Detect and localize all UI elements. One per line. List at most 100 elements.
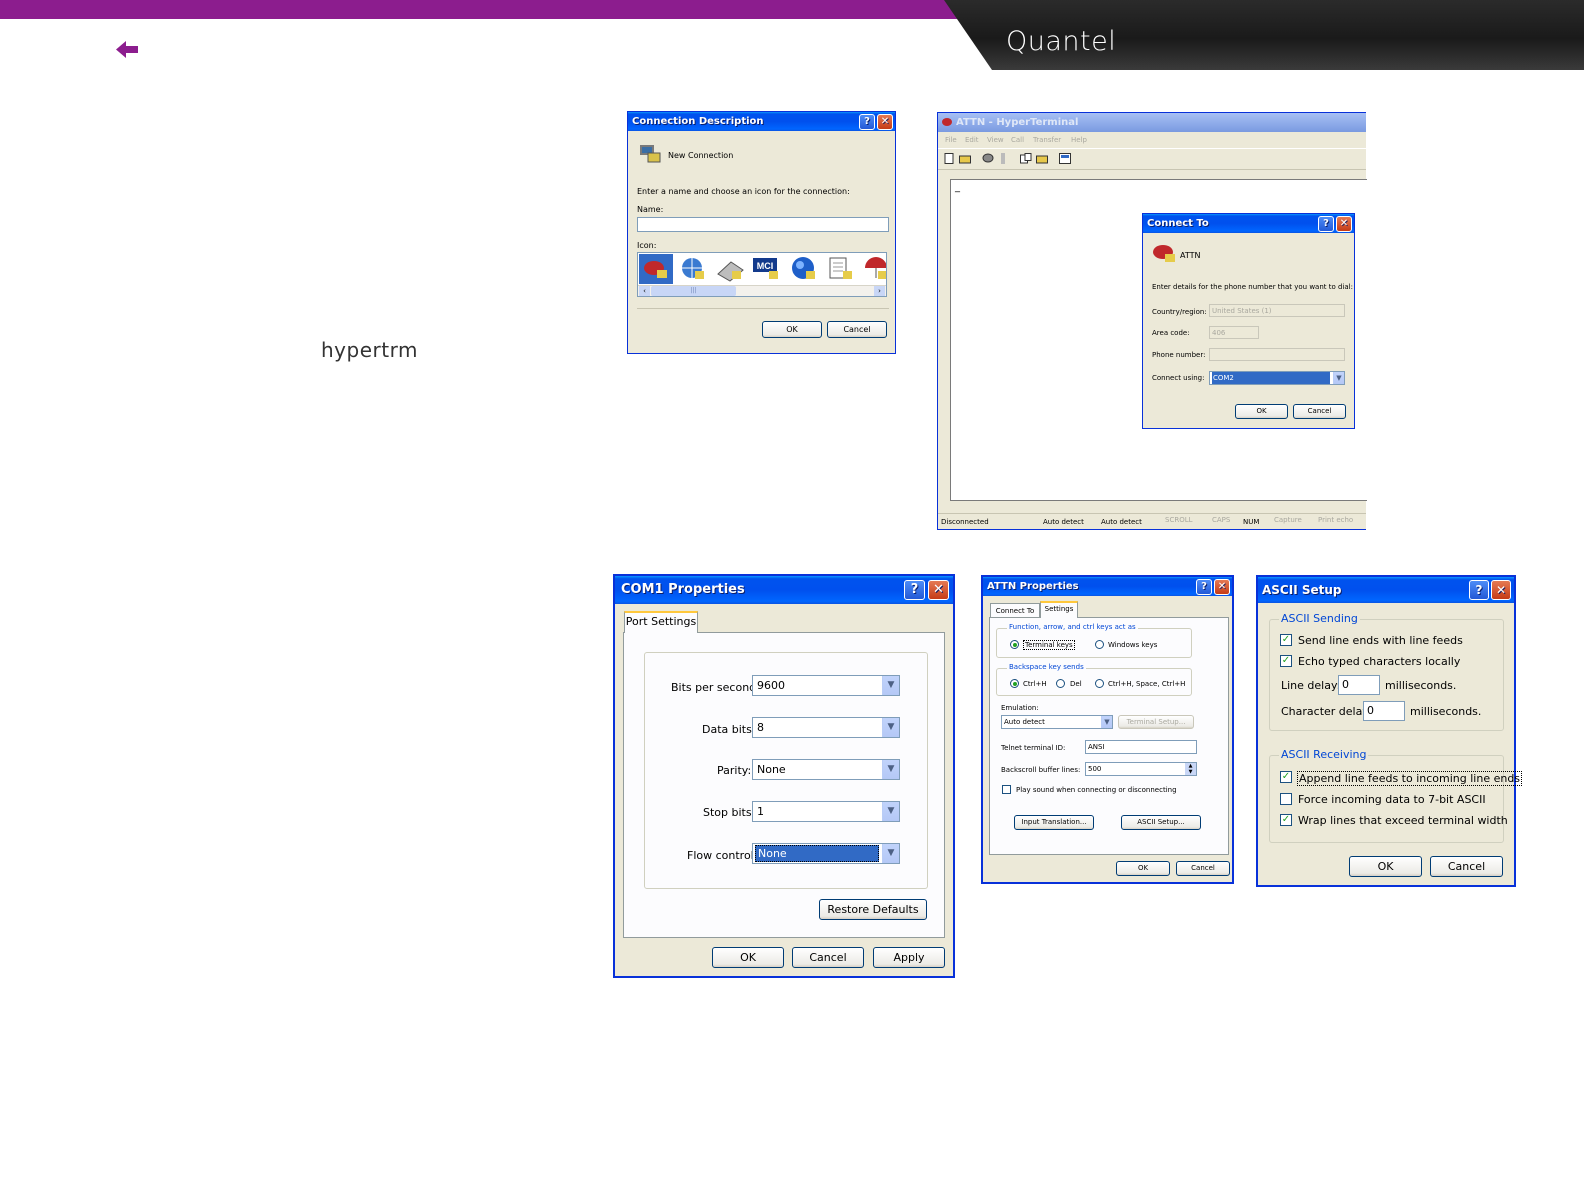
- tab-settings[interactable]: Settings: [1040, 601, 1078, 618]
- menu-transfer[interactable]: Transfer: [1033, 136, 1061, 144]
- menu-view[interactable]: View: [987, 136, 1004, 144]
- flow-control-select[interactable]: None ▼: [752, 843, 900, 864]
- send-icon[interactable]: [1020, 153, 1032, 164]
- spinner-icon[interactable]: ▲ ▼: [1185, 763, 1196, 775]
- help-button[interactable]: ?: [1196, 579, 1212, 595]
- chevron-down-icon[interactable]: ▼: [882, 718, 899, 737]
- terminal-keys-radio[interactable]: [1010, 640, 1019, 649]
- help-button[interactable]: ?: [859, 114, 875, 130]
- append-line-feeds-checkbox[interactable]: ✓: [1280, 771, 1292, 783]
- menu-file[interactable]: File: [945, 136, 957, 144]
- ascii-setup-button[interactable]: ASCII Setup...: [1121, 815, 1201, 830]
- tab-port-settings[interactable]: Port Settings: [624, 611, 698, 633]
- new-icon[interactable]: [944, 153, 954, 164]
- umbrella-phone-icon[interactable]: [861, 254, 886, 284]
- fax-icon[interactable]: [713, 254, 747, 284]
- properties-icon[interactable]: [1059, 153, 1071, 164]
- mci-icon[interactable]: MCI: [750, 254, 784, 284]
- terminal-cursor: _: [955, 182, 960, 193]
- char-delay-input[interactable]: 0: [1363, 701, 1405, 721]
- status-bar: Disconnected Auto detect Auto detect SCR…: [938, 513, 1366, 529]
- wrap-lines-checkbox[interactable]: ✓: [1280, 814, 1292, 826]
- telnet-id-input[interactable]: ANSI: [1085, 740, 1197, 754]
- apply-button[interactable]: Apply: [873, 947, 945, 968]
- scroll-right-icon[interactable]: ›: [874, 286, 885, 296]
- area-code-label: Area code:: [1152, 329, 1190, 337]
- backscroll-input[interactable]: 500 ▲ ▼: [1085, 762, 1197, 776]
- chevron-down-icon[interactable]: ▼: [882, 844, 899, 863]
- name-input[interactable]: [637, 217, 889, 232]
- document-icon[interactable]: [824, 254, 858, 284]
- close-button[interactable]: ✕: [928, 580, 949, 600]
- chevron-down-icon[interactable]: ▼: [882, 676, 899, 695]
- close-button[interactable]: ✕: [1491, 580, 1511, 600]
- windows-keys-radio[interactable]: [1095, 640, 1104, 649]
- play-sound-label: Play sound when connecting or disconnect…: [1016, 786, 1177, 794]
- scroll-left-icon[interactable]: ‹: [639, 286, 650, 296]
- ok-button[interactable]: OK: [712, 947, 784, 968]
- restore-defaults-button[interactable]: Restore Defaults: [819, 899, 927, 920]
- menu-call[interactable]: Call: [1011, 136, 1024, 144]
- tab-connect-to[interactable]: Connect To: [990, 603, 1040, 617]
- ctrl-h-space-radio[interactable]: [1095, 679, 1104, 688]
- status-num: NUM: [1243, 518, 1260, 526]
- call-icon[interactable]: [982, 153, 994, 164]
- emulation-select[interactable]: Auto detect ▼: [1001, 715, 1113, 729]
- connect-using-select[interactable]: COM2 ▼: [1209, 371, 1345, 385]
- chevron-down-icon[interactable]: ▼: [882, 802, 899, 821]
- ok-button[interactable]: OK: [1235, 404, 1288, 419]
- back-arrow-icon[interactable]: [116, 41, 138, 58]
- help-button[interactable]: ?: [904, 580, 925, 600]
- scroll-thumb[interactable]: |||: [651, 286, 736, 296]
- parity-select[interactable]: None ▼: [752, 759, 900, 780]
- play-sound-checkbox[interactable]: [1002, 785, 1011, 794]
- flow-control-value: None: [755, 845, 879, 862]
- cancel-button[interactable]: Cancel: [792, 947, 864, 968]
- receive-icon[interactable]: [1036, 153, 1048, 164]
- cancel-button[interactable]: Cancel: [1430, 856, 1503, 877]
- status-scroll: SCROLL: [1165, 516, 1193, 524]
- force-7bit-checkbox[interactable]: [1280, 793, 1292, 805]
- phone-number-input[interactable]: [1209, 348, 1345, 361]
- line-delay-label: Line delay:: [1281, 679, 1341, 692]
- chevron-down-icon[interactable]: ▼: [1101, 716, 1112, 728]
- echo-typed-label: Echo typed characters locally: [1298, 655, 1461, 668]
- del-radio[interactable]: [1056, 679, 1065, 688]
- ok-button[interactable]: OK: [1349, 856, 1422, 877]
- bits-per-second-label: Bits per second:: [671, 681, 760, 694]
- cancel-button[interactable]: Cancel: [1293, 404, 1346, 419]
- data-bits-select[interactable]: 8 ▼: [752, 717, 900, 738]
- ascii-sending-title: ASCII Sending: [1279, 612, 1360, 625]
- cancel-button[interactable]: Cancel: [827, 321, 887, 338]
- menu-help[interactable]: Help: [1071, 136, 1087, 144]
- phone-icon[interactable]: [639, 254, 673, 284]
- menu-edit[interactable]: Edit: [965, 136, 979, 144]
- close-button[interactable]: ✕: [877, 114, 893, 130]
- icon-scrollbar[interactable]: ‹ ||| ›: [638, 285, 886, 296]
- icon-picker[interactable]: MCI ‹ ||| ›: [637, 252, 887, 297]
- chevron-down-icon[interactable]: ▼: [882, 760, 899, 779]
- ctrl-h-radio[interactable]: [1010, 679, 1019, 688]
- country-select[interactable]: United States (1): [1209, 304, 1345, 317]
- line-delay-unit: milliseconds.: [1385, 679, 1457, 692]
- disconnect-icon[interactable]: [998, 153, 1008, 164]
- network-globe-icon[interactable]: [787, 254, 821, 284]
- close-button[interactable]: ✕: [1336, 216, 1352, 232]
- ok-button[interactable]: OK: [1116, 861, 1170, 876]
- input-translation-button[interactable]: Input Translation...: [1014, 815, 1094, 830]
- ok-button[interactable]: OK: [762, 321, 822, 338]
- help-button[interactable]: ?: [1318, 216, 1334, 232]
- bits-per-second-select[interactable]: 9600 ▼: [752, 675, 900, 696]
- stop-bits-select[interactable]: 1 ▼: [752, 801, 900, 822]
- close-button[interactable]: ✕: [1214, 579, 1230, 595]
- send-line-ends-checkbox[interactable]: ✓: [1280, 634, 1292, 646]
- echo-typed-checkbox[interactable]: ✓: [1280, 655, 1292, 667]
- globe-phone-icon[interactable]: [676, 254, 710, 284]
- chevron-down-icon[interactable]: ▼: [1333, 372, 1344, 384]
- line-delay-input[interactable]: 0: [1338, 675, 1380, 695]
- cancel-button[interactable]: Cancel: [1176, 861, 1230, 876]
- help-button[interactable]: ?: [1469, 580, 1489, 600]
- area-code-input[interactable]: 406: [1209, 326, 1259, 339]
- open-icon[interactable]: [959, 153, 971, 164]
- status-caps: CAPS: [1212, 516, 1231, 524]
